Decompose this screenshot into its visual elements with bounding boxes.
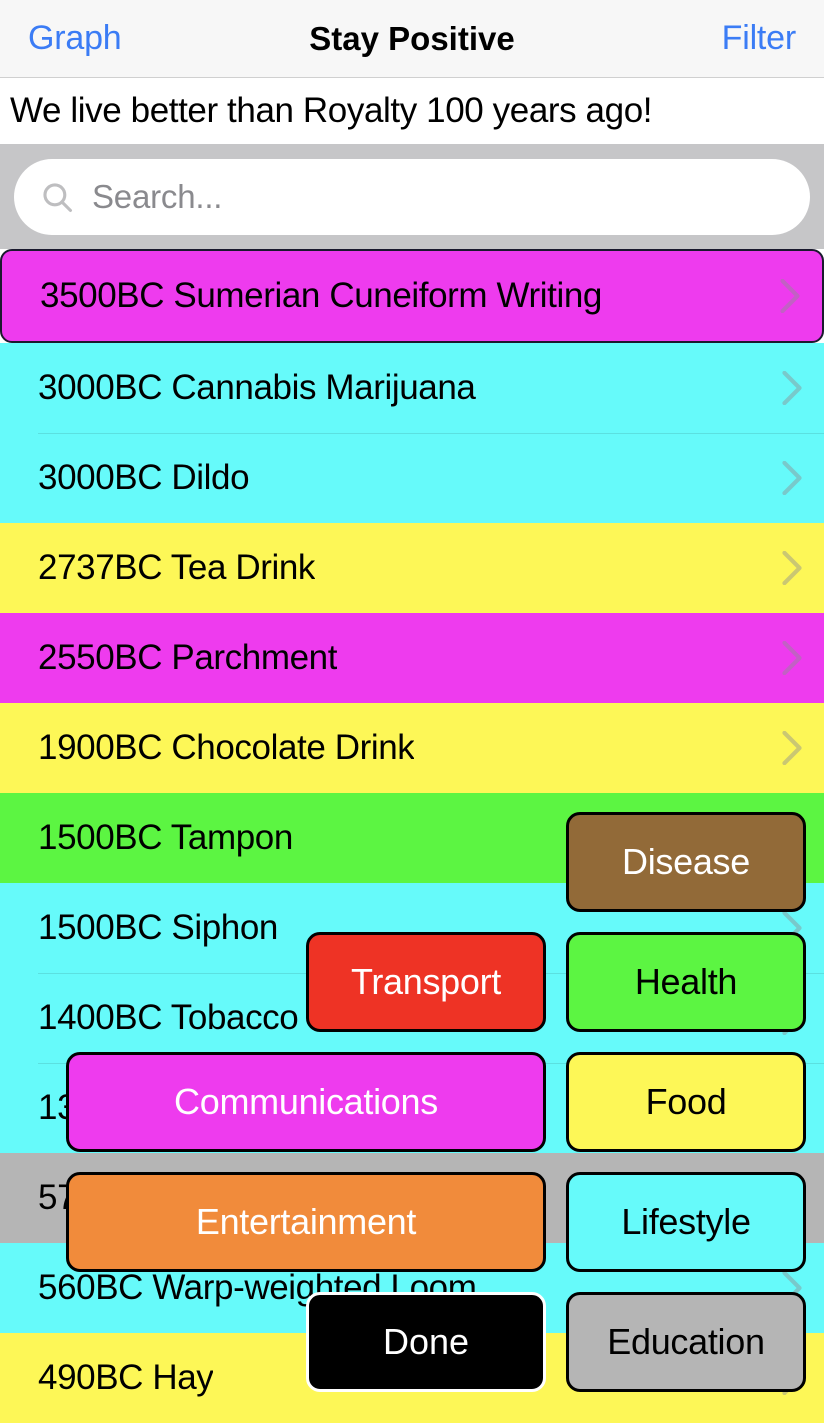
list-item[interactable]: 3000BC Dildo	[0, 433, 824, 523]
list-item[interactable]: 3000BC Cannabis Marijuana	[0, 343, 824, 433]
search-input[interactable]: Search...	[14, 159, 810, 235]
category-button-lifestyle[interactable]: Lifestyle	[566, 1172, 806, 1272]
search-bar-container: Search...	[0, 144, 824, 249]
category-button-food[interactable]: Food	[566, 1052, 806, 1152]
category-button-entertainment[interactable]: Entertainment	[66, 1172, 546, 1272]
list-item[interactable]: 3500BC Sumerian Cuneiform Writing	[0, 249, 824, 343]
list-item-label: 3000BC Cannabis Marijuana	[38, 368, 476, 407]
list-item-label: 1900BC Chocolate Drink	[38, 728, 415, 767]
category-button-disease[interactable]: Disease	[566, 812, 806, 912]
list-item-label: 490BC Hay	[38, 1358, 214, 1397]
list-item-label: 2737BC Tea Drink	[38, 548, 316, 587]
filter-button[interactable]: Filter	[722, 19, 797, 58]
list-item[interactable]: 2550BC Parchment	[0, 613, 824, 703]
done-button[interactable]: Done	[306, 1292, 546, 1392]
chevron-right-icon	[782, 461, 802, 495]
list-item[interactable]: 1900BC Chocolate Drink	[0, 703, 824, 793]
list-item-label: 3000BC Dildo	[38, 458, 250, 497]
chevron-right-icon	[780, 279, 800, 313]
list-item-label: 1400BC Tobacco	[38, 998, 299, 1037]
navigation-bar: Graph Stay Positive Filter	[0, 0, 824, 78]
subtitle-text: We live better than Royalty 100 years ag…	[10, 91, 653, 130]
chevron-right-icon	[782, 371, 802, 405]
list-item-label: 3500BC Sumerian Cuneiform Writing	[40, 276, 602, 315]
category-button-transport[interactable]: Transport	[306, 932, 546, 1032]
search-icon	[43, 183, 73, 213]
chevron-right-icon	[782, 731, 802, 765]
list-item-label: 2550BC Parchment	[38, 638, 338, 677]
chevron-right-icon	[782, 641, 802, 675]
list-item[interactable]: 2737BC Tea Drink	[0, 523, 824, 613]
search-placeholder: Search...	[92, 178, 223, 215]
graph-button[interactable]: Graph	[28, 19, 122, 58]
category-button-communications[interactable]: Communications	[66, 1052, 546, 1152]
category-button-education[interactable]: Education	[566, 1292, 806, 1392]
page-title: Stay Positive	[309, 19, 515, 57]
chevron-right-icon	[782, 551, 802, 585]
subtitle-banner: We live better than Royalty 100 years ag…	[0, 78, 824, 144]
category-button-health[interactable]: Health	[566, 932, 806, 1032]
list-item-label: 1500BC Tampon	[38, 818, 293, 857]
list-item-label: 1500BC Siphon	[38, 908, 278, 947]
